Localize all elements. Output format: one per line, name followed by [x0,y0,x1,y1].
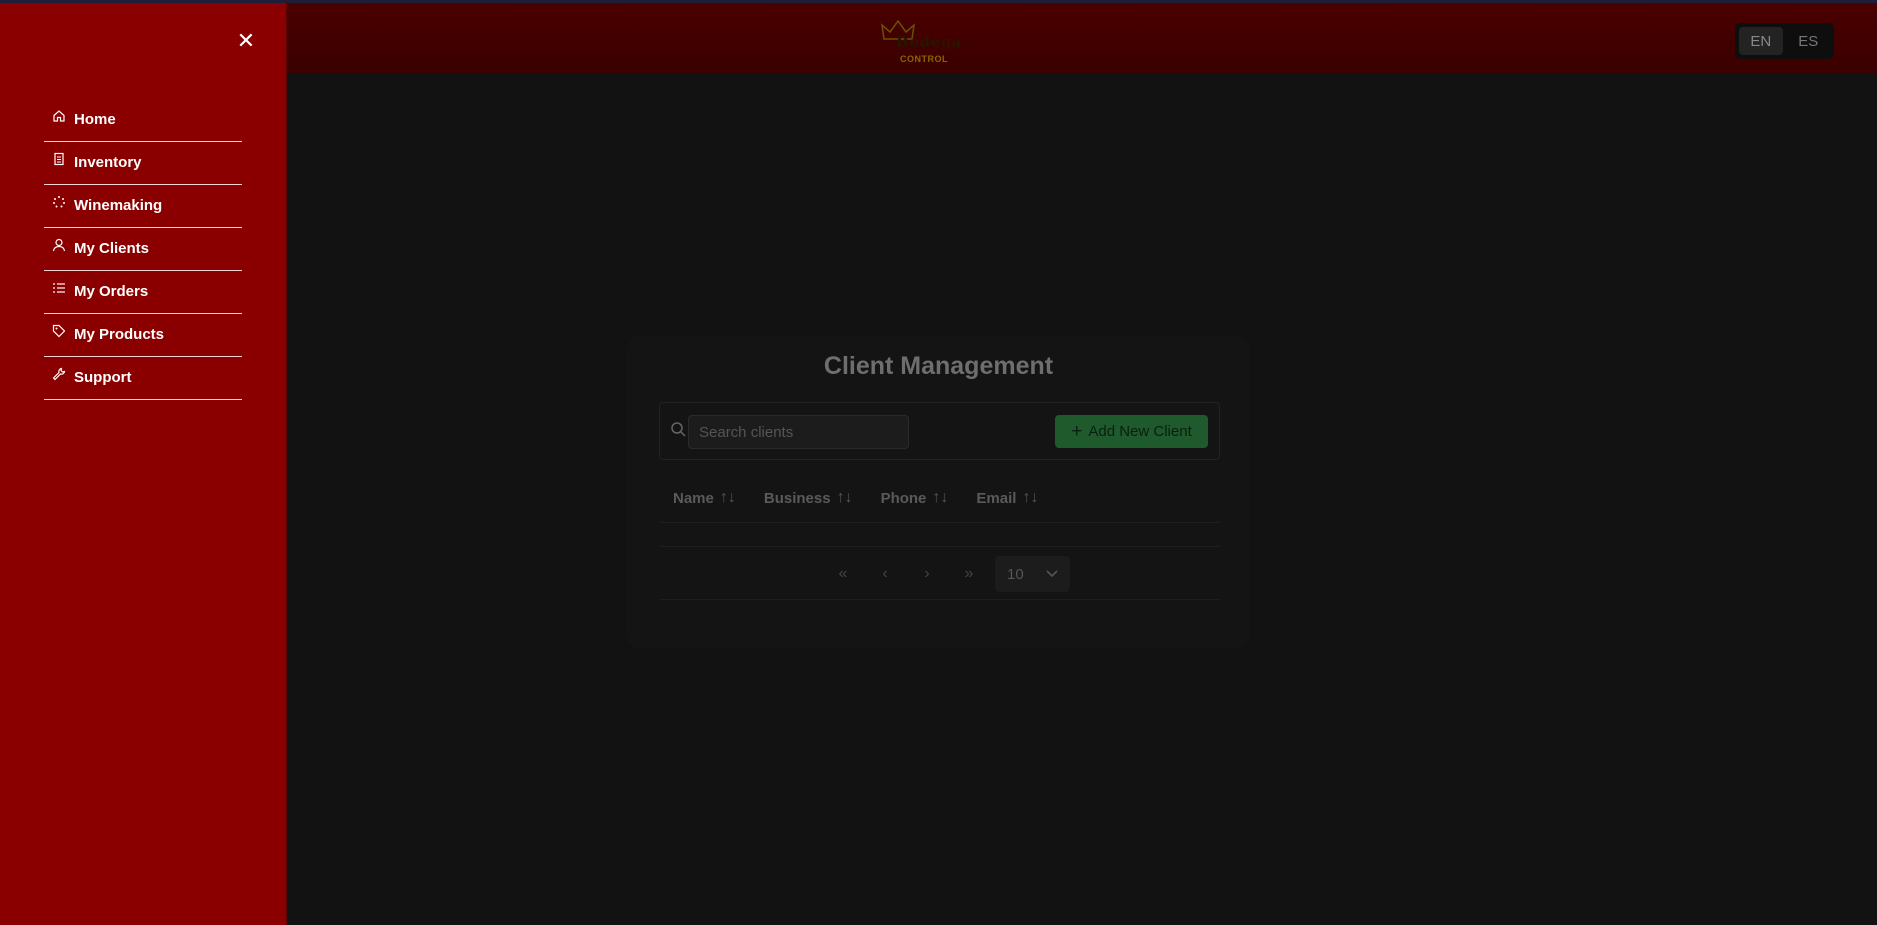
wrench-icon [52,367,66,381]
search-input[interactable] [688,415,909,449]
drawer-nav: Home Inventory Winemaking My Clients My … [44,99,242,400]
table-header: Name ↑↓ Business ↑↓ Phone ↑↓ Email ↑↓ [659,481,1220,523]
table-toolbar: + Add New Client [659,402,1220,460]
nav-item-my-products[interactable]: My Products [44,314,242,357]
home-icon [53,110,65,122]
sort-icon: ↑↓ [932,489,949,506]
nav-item-winemaking[interactable]: Winemaking [44,185,242,228]
page-title: Client Management [823,352,1054,380]
nav-label: My Orders [74,283,149,300]
close-icon[interactable]: ✕ [236,30,256,52]
nav-label: Support [74,369,132,386]
column-label: Email [976,489,1017,507]
logo-text: Bodega [896,33,962,51]
nav-item-my-orders[interactable]: My Orders [44,271,242,314]
table-divider [659,599,1220,600]
lang-en-button[interactable]: EN [1739,27,1783,55]
client-management-card: Client Management + Add New Client Name … [627,336,1250,648]
plus-icon: + [1071,421,1083,442]
nav-label: Inventory [74,154,142,171]
sort-icon: ↑↓ [719,489,736,506]
column-label: Phone [880,489,927,507]
column-email[interactable]: Email ↑↓ [976,481,1038,507]
nav-label: My Clients [74,240,150,257]
column-name[interactable]: Name ↑↓ [673,481,736,507]
nav-item-my-clients[interactable]: My Clients [44,228,242,271]
sort-icon: ↑↓ [836,489,853,506]
nav-item-home[interactable]: Home [44,99,242,142]
lang-es-button[interactable]: ES [1787,27,1831,55]
clipboard-icon [54,152,64,166]
logo-subtext: CONTROL [900,54,948,64]
prev-page-button[interactable]: ‹ [864,556,906,592]
language-toggle: EN ES [1735,23,1834,59]
pagination: « ‹ › » 10 [822,556,1070,592]
loader-icon [53,196,65,208]
page-size-value: 10 [1007,565,1024,583]
next-page-button[interactable]: › [906,556,948,592]
column-business[interactable]: Business ↑↓ [764,481,853,507]
tag-icon [52,324,66,338]
sort-icon: ↑↓ [1022,489,1039,506]
brand-logo[interactable]: Bodega CONTROL [876,17,961,67]
nav-label: Winemaking [74,197,163,214]
page-size-select[interactable]: 10 [995,556,1070,592]
add-client-label: Add New Client [1088,423,1192,440]
list-icon [53,283,65,293]
side-drawer: ✕ Home Inventory Winemaking My Clients M… [0,0,287,925]
nav-label: Home [74,111,116,128]
column-phone[interactable]: Phone ↑↓ [881,481,949,507]
nav-item-inventory[interactable]: Inventory [44,142,242,185]
first-page-button[interactable]: « [822,556,864,592]
column-label: Name [673,489,714,507]
nav-item-support[interactable]: Support [44,357,242,400]
user-icon [52,238,66,252]
add-client-button[interactable]: + Add New Client [1055,415,1208,448]
nav-label: My Products [74,326,165,343]
column-label: Business [763,489,831,507]
table-divider [659,546,1220,547]
last-page-button[interactable]: » [948,556,990,592]
search-icon [671,422,686,437]
chevron-down-icon [1046,570,1058,578]
